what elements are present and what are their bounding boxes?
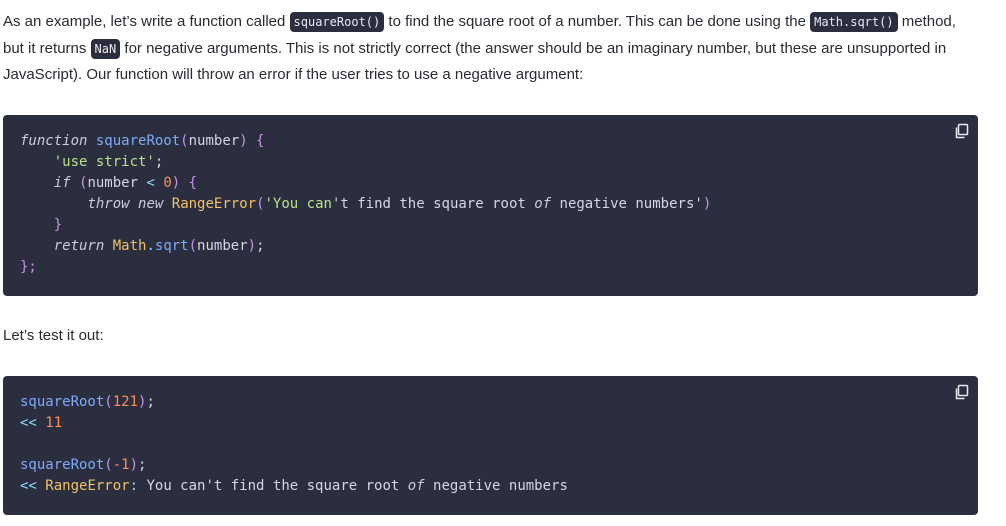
code-line: function squareRoot(number) { bbox=[20, 133, 265, 149]
code-line: << 11 bbox=[20, 415, 63, 431]
code-content: squareRoot(121); << 11 squareRoot(-1); << R… bbox=[20, 392, 568, 497]
code-line: }; bbox=[20, 259, 37, 275]
intro-paragraph: As an example, let’s write a function ca… bbox=[3, 9, 978, 88]
intro-text-4: for negative arguments. This is not stri… bbox=[3, 39, 947, 84]
code-block-test: squareRoot(121); << 11 squareRoot(-1); << R… bbox=[3, 376, 978, 515]
code-line: squareRoot(121); bbox=[20, 394, 155, 410]
intro-text-1: As an example, let’s write a function ca… bbox=[3, 13, 290, 30]
inline-code-nan: NaN bbox=[90, 38, 121, 59]
test-paragraph: Let’s test it out: bbox=[3, 327, 104, 344]
intro-text-2: to find the square root of a number. Thi… bbox=[384, 13, 811, 30]
copy-icon bbox=[955, 123, 969, 139]
code-line: } bbox=[53, 217, 63, 233]
copy-button[interactable] bbox=[954, 384, 970, 400]
code-line: squareRoot(-1); bbox=[20, 457, 147, 473]
code-line: 'use strict'; bbox=[53, 154, 164, 170]
copy-icon bbox=[955, 384, 969, 400]
code-line: return Math.sqrt(number); bbox=[53, 238, 265, 254]
copy-button[interactable] bbox=[954, 123, 970, 139]
code-line: << RangeError: You can't find the square… bbox=[20, 478, 568, 494]
inline-code-math-sqrt: Math.sqrt() bbox=[810, 12, 898, 32]
code-block-function: function squareRoot(number) { 'use stric… bbox=[3, 115, 978, 296]
inline-code-squareroot: squareRoot() bbox=[289, 12, 385, 32]
code-line: throw new RangeError('You can't find the… bbox=[87, 196, 712, 212]
code-content: function squareRoot(number) { 'use stric… bbox=[20, 131, 711, 278]
code-line: if (number < 0) { bbox=[53, 175, 198, 191]
